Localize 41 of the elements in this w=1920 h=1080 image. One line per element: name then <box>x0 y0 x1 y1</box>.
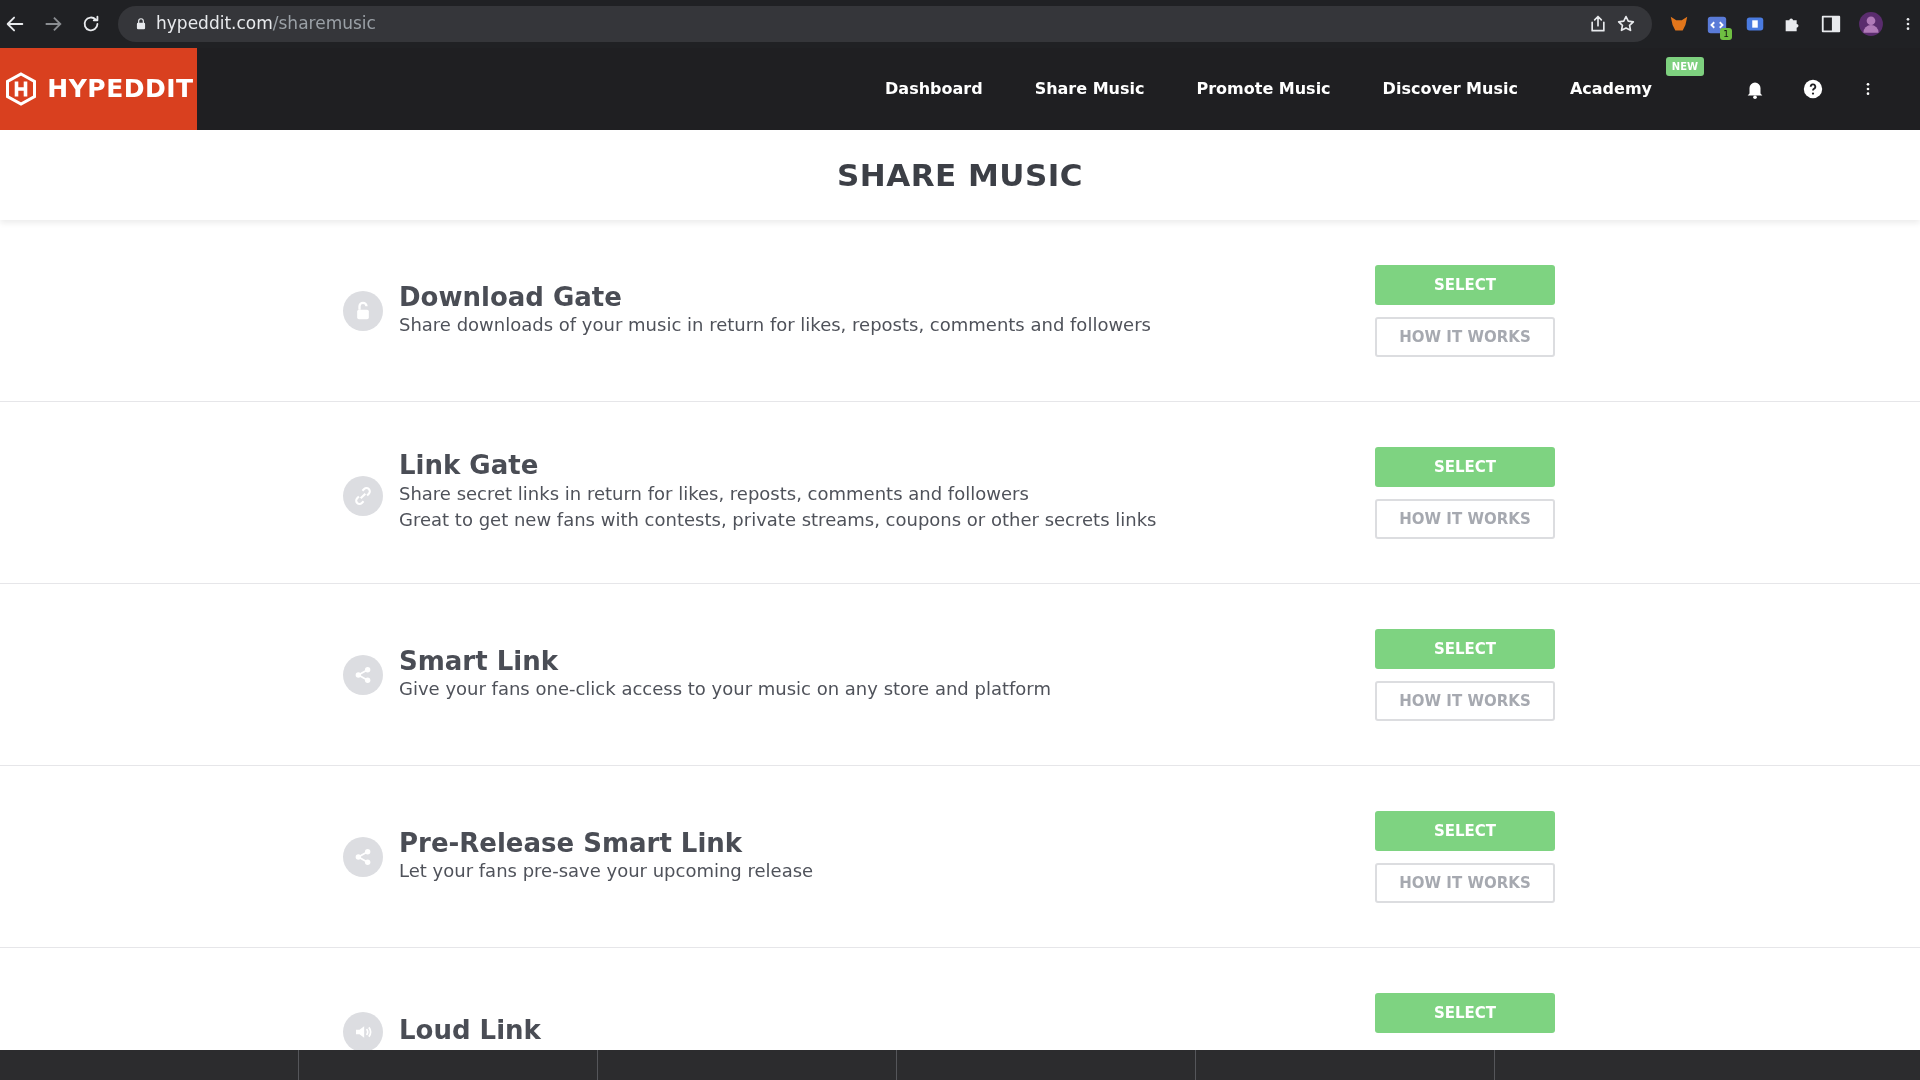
select-button[interactable]: SELECT <box>1375 265 1555 305</box>
option-description: Share downloads of your music in return for likes, reposts, comments and followers <box>399 313 1152 338</box>
side-panel-icon[interactable] <box>1820 13 1842 35</box>
share-icon <box>343 837 383 878</box>
select-button[interactable]: SELECT <box>1375 811 1555 851</box>
star-icon[interactable] <box>1616 14 1636 34</box>
logo[interactable]: HYPEDDIT <box>0 48 197 130</box>
option-description: Great to get new fans with contests, private streams, coupons or other secrets links <box>399 508 1158 533</box>
option-title: Download Gate <box>399 282 623 313</box>
option-title: Pre-Release Smart Link <box>399 828 744 859</box>
how-it-works-button[interactable]: HOW IT WORKS <box>1375 499 1555 539</box>
option-title: Smart Link <box>399 646 559 677</box>
share-icon[interactable] <box>1588 14 1608 34</box>
page-title: SHARE MUSIC <box>836 155 1084 195</box>
select-button[interactable]: SELECT <box>1375 993 1555 1033</box>
how-it-works-button[interactable]: HOW IT WORKS <box>1375 681 1555 721</box>
new-badge: NEW <box>1665 57 1704 76</box>
avatar-icon[interactable] <box>1858 11 1884 37</box>
nav-link[interactable]: Share Music <box>1034 79 1145 98</box>
option-description: Let your fans pre-save your upcoming release <box>399 859 815 884</box>
extension-badge: 1 <box>1720 28 1732 40</box>
select-button[interactable]: SELECT <box>1375 629 1555 669</box>
select-button[interactable]: SELECT <box>1375 447 1555 487</box>
option-description: Give your fans one-click access to your music on any store and platform <box>399 677 1052 702</box>
how-it-works-button[interactable]: HOW IT WORKS <box>1375 863 1555 903</box>
speaker-icon <box>343 1012 383 1050</box>
lock-icon <box>134 17 148 31</box>
nav-link[interactable]: Promote Music <box>1196 79 1331 98</box>
how-it-works-button[interactable]: HOW IT WORKS <box>1375 317 1555 357</box>
option-description: Share secret links in return for likes, reposts, comments and followers <box>399 482 1030 507</box>
option-title: Loud Link <box>399 1016 542 1046</box>
nav-link[interactable]: Academy <box>1569 79 1652 98</box>
link-icon <box>343 476 383 517</box>
share-icon <box>343 655 383 696</box>
option-title: Link Gate <box>399 451 540 482</box>
url-text: hypeddit.com/sharemusic <box>156 12 376 36</box>
lock-icon <box>343 291 383 332</box>
nav-link[interactable]: Discover Music <box>1382 79 1518 98</box>
nav-link[interactable]: Dashboard <box>885 79 983 98</box>
address-bar[interactable]: hypeddit.com/sharemusic <box>118 6 1652 42</box>
help-icon[interactable] <box>1802 78 1824 100</box>
